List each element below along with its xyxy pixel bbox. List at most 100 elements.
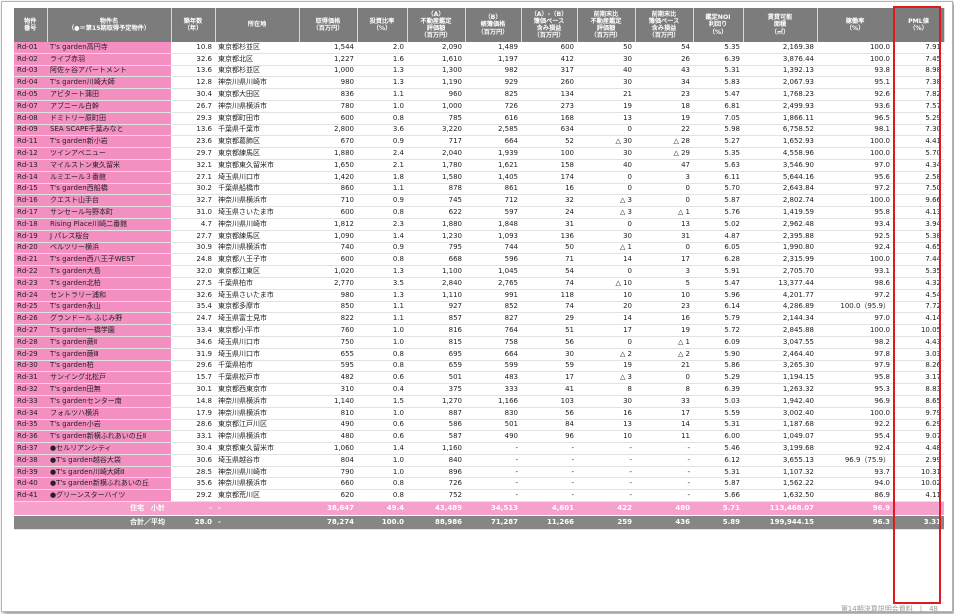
leasable-area-cell: 1,419.59 xyxy=(743,206,817,219)
leasable-area-cell: 2,067.93 xyxy=(743,76,817,90)
property-no-cell: Rd-31 xyxy=(14,371,47,385)
pml-value-cell: 10.05 xyxy=(893,324,944,337)
noi-yield-cell: 5.29 xyxy=(693,371,743,385)
appraisal-change-cell: 10 xyxy=(577,430,635,444)
appraisal-change-cell: △ 10 xyxy=(577,277,635,290)
pml-value-cell: 3.17 xyxy=(893,371,944,385)
header-name: 物件名 （●＝第15期取得予定物件） xyxy=(47,8,172,42)
noi-yield-cell: 5.90 xyxy=(693,348,743,361)
table-row: Rd-07 アブニール白幹 26.7 神奈川県横浜市 780 1.0 1,000 726 273… xyxy=(14,100,944,113)
leasable-area-cell: 5,644.16 xyxy=(743,171,817,184)
location-cell: 埼玉県越谷市 xyxy=(215,454,299,467)
investment-ratio-cell: 0.9 xyxy=(357,242,407,255)
gain-change-cell: 47 xyxy=(635,159,693,172)
acquisition-price-cell: 2,800 xyxy=(299,124,357,137)
location-cell: 千葉県柏市 xyxy=(215,360,299,373)
book-value-cell: 664 xyxy=(465,348,521,361)
investment-ratio-cell: 1.6 xyxy=(357,53,407,66)
table-row: Rd-04 T's garden川崎大師 12.8 神奈川県川崎市 980 1.3 1,19… xyxy=(14,76,944,90)
gain-change-cell: 21 xyxy=(635,360,693,373)
appraisal-value-cell: 857 xyxy=(407,312,465,326)
unrealized-gain-cell: 52 xyxy=(521,135,577,149)
occupancy-rate-cell: 98.1 xyxy=(817,124,893,137)
subtotal-cell: 49.4 xyxy=(357,501,407,517)
acquisition-price-cell: 804 xyxy=(299,454,357,467)
building-age-cell: 27.1 xyxy=(171,171,215,184)
unrealized-gain-cell: 59 xyxy=(521,360,577,373)
property-no-cell: Rd-11 xyxy=(14,135,47,149)
book-value-cell: 830 xyxy=(465,407,521,420)
pml-value-cell: 7.44 xyxy=(893,253,944,267)
appraisal-value-cell: 752 xyxy=(407,489,465,503)
location-cell: 東京都江東区 xyxy=(215,265,299,278)
building-age-cell: 35.6 xyxy=(171,477,215,491)
table-row: Rd-27 T's garden一橋学園 33.4 東京都小平市 760 1.0 816 76… xyxy=(14,324,944,337)
leasable-area-cell: 1,866.11 xyxy=(743,112,817,125)
location-cell: 東京都江戸川区 xyxy=(215,419,299,432)
acquisition-price-cell: 822 xyxy=(299,312,357,326)
property-name-cell: T's garden小岩 xyxy=(47,419,171,432)
table-row: Rd-13 マイルストン東久留米 32.1 東京都東久留米市 1,650 2.1 1,780… xyxy=(14,159,944,172)
table-row: Rd-36 T's garden新横ふれあいの丘Ⅱ 33.1 神奈川県横浜市 480 0.… xyxy=(14,430,944,444)
gain-change-cell: 13 xyxy=(635,218,693,231)
pml-value-cell: 7.50 xyxy=(893,183,944,196)
building-age-cell: 10.8 xyxy=(171,42,215,54)
pml-value-cell: 4.65 xyxy=(893,242,944,255)
unrealized-gain-cell: 29 xyxy=(521,312,577,326)
building-age-cell: 13.6 xyxy=(171,124,215,137)
leasable-area-cell: 2,962.48 xyxy=(743,218,817,231)
building-age-cell: 28.5 xyxy=(171,466,215,479)
book-value-cell: 726 xyxy=(465,100,521,113)
property-name-cell: ●T's garden越谷大袋 xyxy=(47,454,171,467)
noi-yield-cell: 5.31 xyxy=(693,419,743,432)
location-cell: 神奈川県横浜市 xyxy=(215,395,299,408)
acquisition-price-cell: 480 xyxy=(299,430,357,444)
subtotal-row: 住宅 小計 - - 38,647 49.4 43,489 34,513 4,60… xyxy=(14,501,944,517)
leasable-area-cell: 2,395.88 xyxy=(743,230,817,243)
appraisal-value-cell: 960 xyxy=(407,88,465,101)
appraisal-change-cell: - xyxy=(577,477,635,491)
appraisal-change-cell: 19 xyxy=(577,100,635,113)
leasable-area-cell: 2,802.74 xyxy=(743,194,817,208)
property-no-cell: Rd-40 xyxy=(14,477,47,491)
header-occupancy: 稼働率 （%） xyxy=(817,8,894,42)
unrealized-gain-cell: 54 xyxy=(521,265,577,278)
noi-yield-cell: 5.31 xyxy=(693,466,743,479)
property-name-cell: アブニール白幹 xyxy=(47,100,171,113)
noi-yield-cell: 5.63 xyxy=(693,159,743,172)
gain-change-cell: 33 xyxy=(635,395,693,408)
acquisition-price-cell: 980 xyxy=(299,76,357,90)
noi-yield-cell: 4.87 xyxy=(693,230,743,243)
building-age-cell: 30.9 xyxy=(171,242,215,255)
property-no-cell: Rd-12 xyxy=(14,147,47,160)
building-age-cell: 24.8 xyxy=(171,253,215,267)
book-value-cell: 1,489 xyxy=(465,42,521,54)
location-cell: 東京都多摩市 xyxy=(215,301,299,314)
property-no-cell: Rd-38 xyxy=(14,454,47,467)
noi-yield-cell: 7.05 xyxy=(693,112,743,125)
unrealized-gain-cell: 103 xyxy=(521,395,577,408)
noi-yield-cell: 6.09 xyxy=(693,336,743,349)
appraisal-value-cell: 587 xyxy=(407,430,465,444)
building-age-cell: 30.4 xyxy=(171,442,215,455)
appraisal-change-cell: 0 xyxy=(577,218,635,231)
pml-value-cell: 3.94 xyxy=(893,218,944,231)
appraisal-value-cell: 668 xyxy=(407,253,465,267)
acquisition-price-cell: 836 xyxy=(299,88,357,101)
gain-change-cell: △ 28 xyxy=(635,135,693,149)
noi-yield-cell: 5.27 xyxy=(693,135,743,149)
building-age-cell: 35.4 xyxy=(171,301,215,314)
property-name-cell: T's garden蕨Ⅱ xyxy=(47,336,171,349)
occupancy-rate-cell: 93.4 xyxy=(817,218,893,231)
book-value-cell: - xyxy=(465,489,521,503)
unrealized-gain-cell: - xyxy=(521,489,577,503)
property-name-cell: T's garden西八王子WEST xyxy=(47,253,171,267)
property-no-cell: Rd-17 xyxy=(14,206,47,219)
location-cell: 神奈川県川崎市 xyxy=(215,466,299,479)
appraisal-change-cell: 13 xyxy=(577,419,635,432)
subtotal-cell: - xyxy=(893,501,944,517)
property-name-cell: ●グリーンスターハイツ xyxy=(47,489,171,503)
noi-yield-cell: 5.47 xyxy=(693,277,743,290)
appraisal-value-cell: 1,160 xyxy=(407,442,465,455)
gain-change-cell: 3 xyxy=(635,265,693,278)
